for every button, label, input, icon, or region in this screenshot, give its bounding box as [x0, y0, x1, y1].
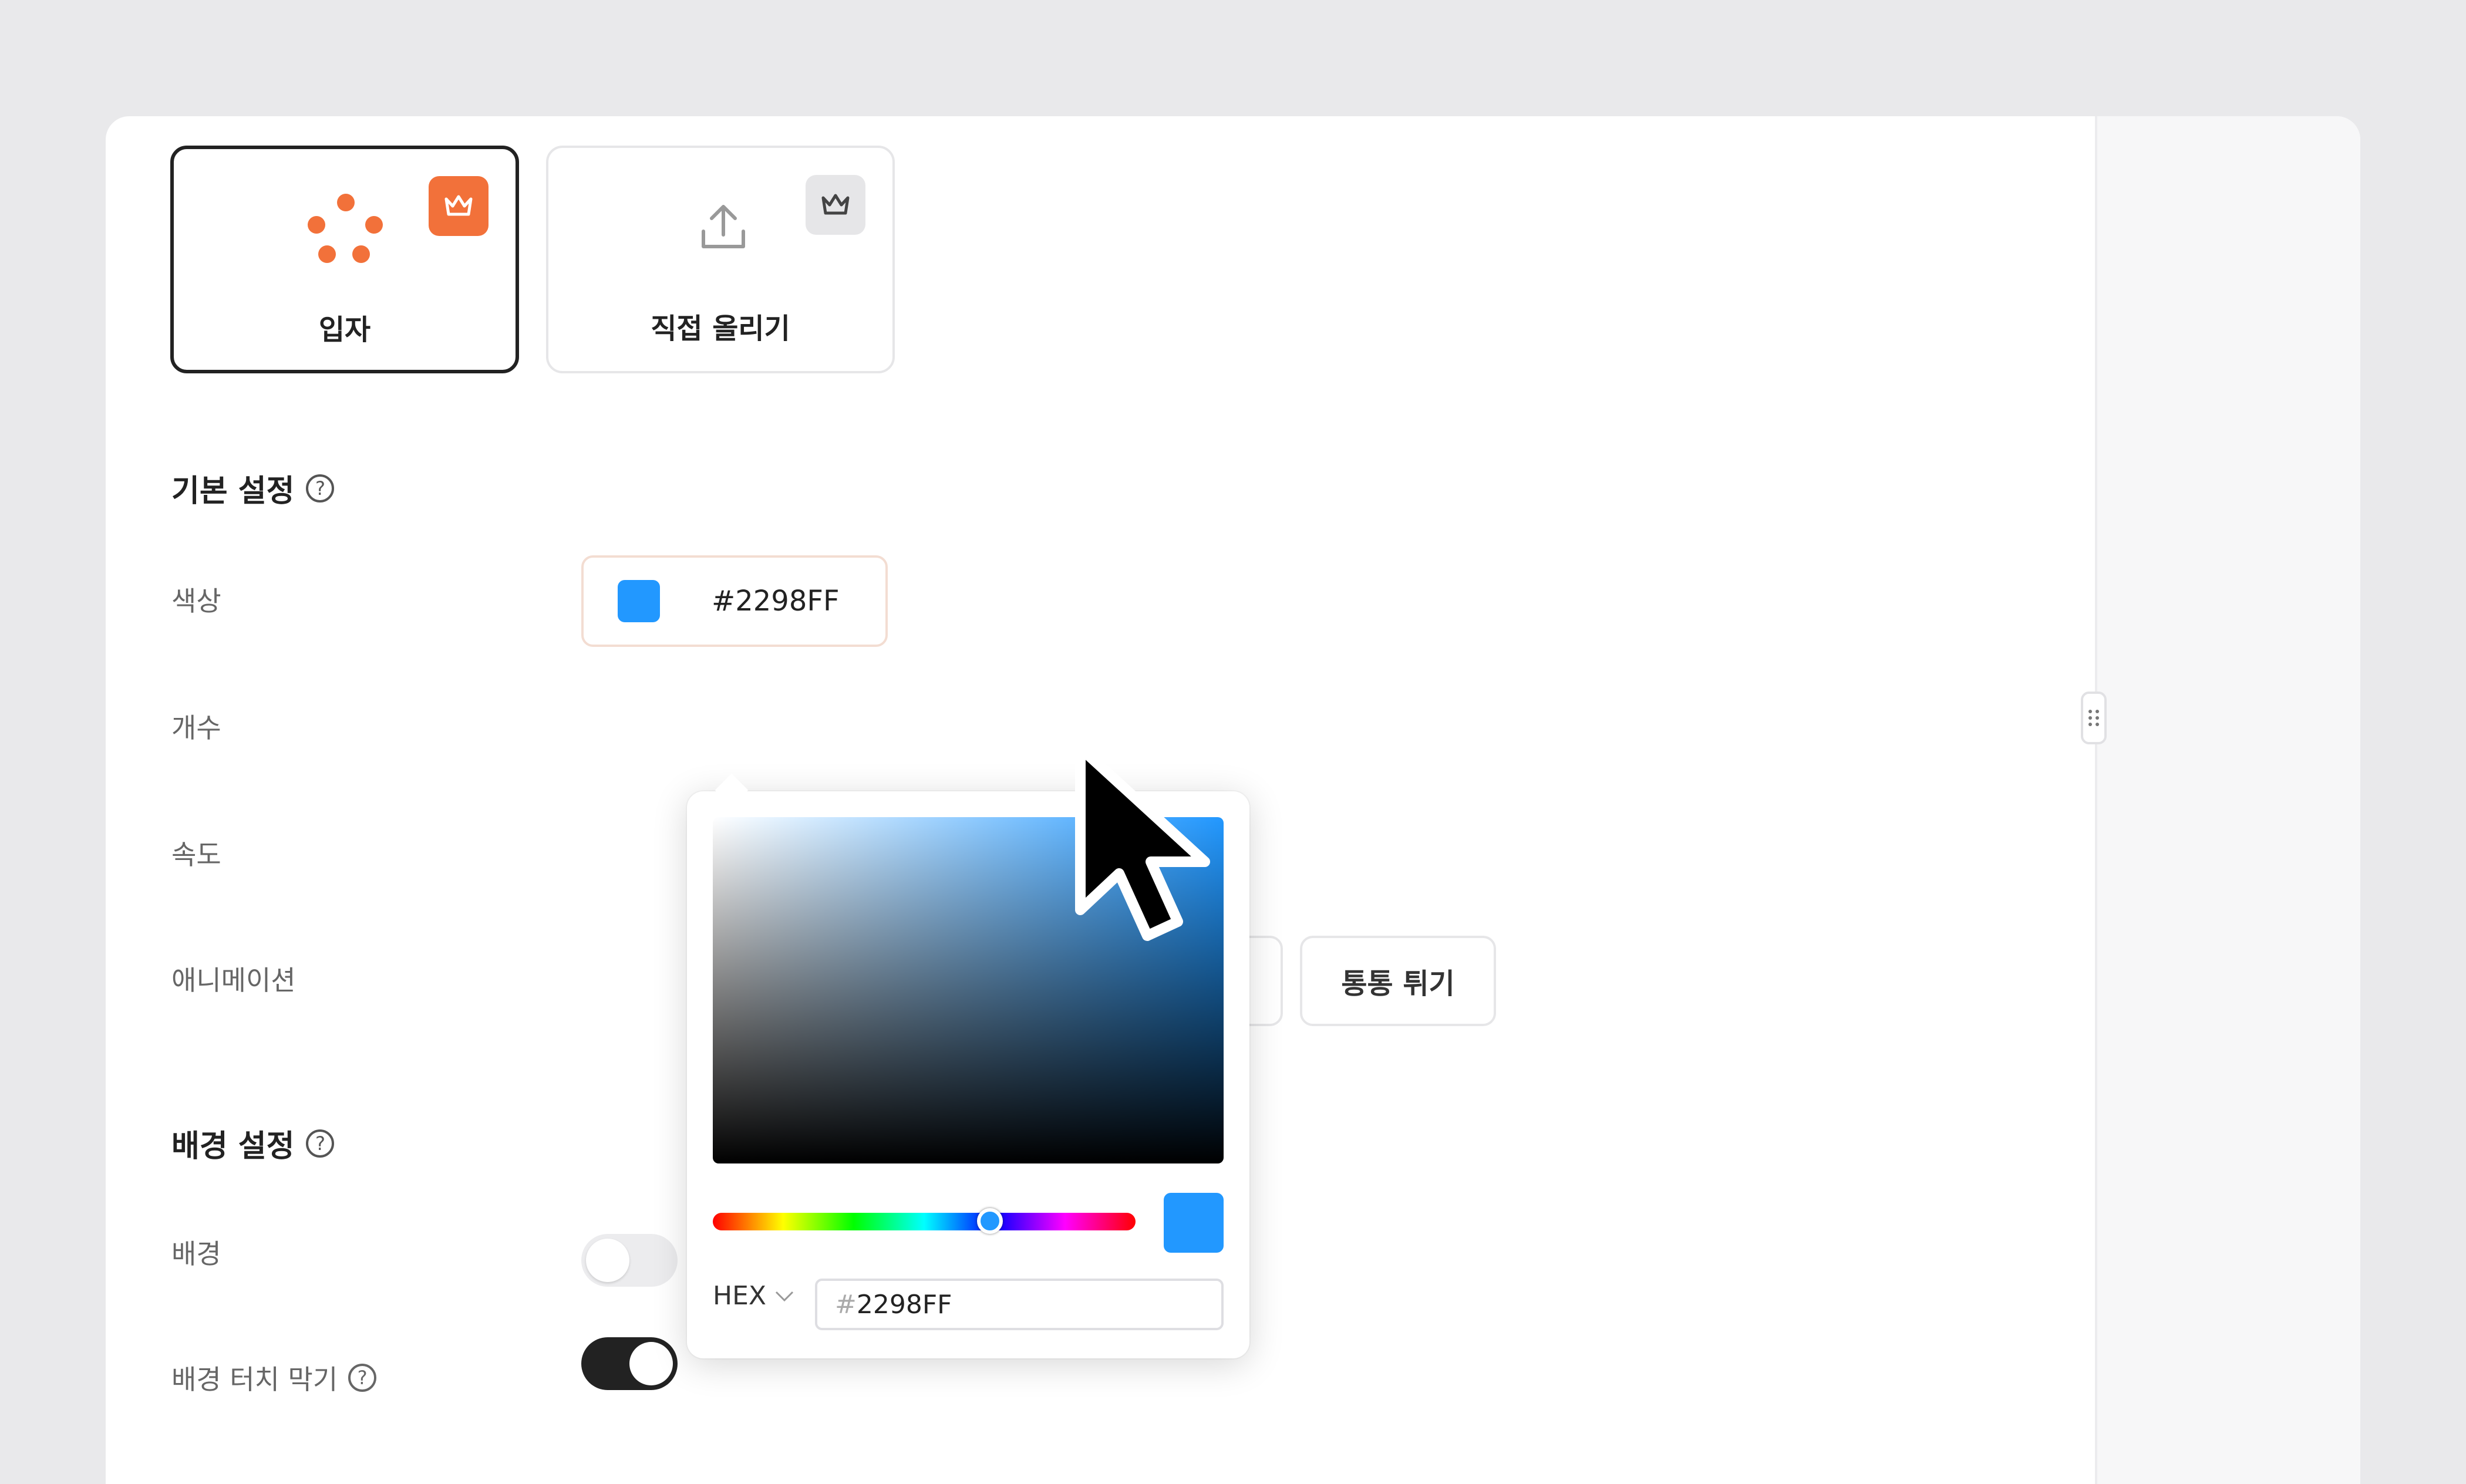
particles-icon: [308, 194, 384, 270]
block-touch-label-text: 배경 터치 막기: [171, 1364, 338, 1395]
grip-icon: [2088, 710, 2099, 726]
count-label: 개수: [171, 712, 221, 744]
effect-card-upload[interactable]: 직접 올리기: [546, 146, 895, 373]
help-icon[interactable]: ?: [306, 1129, 335, 1158]
settings-panel: 입자 직접 올리기 기본 설정 ? 색상 #2298FF 개수 속도 애니메이션…: [106, 116, 2360, 1484]
color-format-label: HEX: [713, 1281, 767, 1311]
crown-icon: [429, 176, 489, 236]
animation-option-bounce[interactable]: 통통 튀기: [1300, 936, 1496, 1026]
animation-label: 애니메이션: [171, 964, 296, 996]
block-touch-label: 배경 터치 막기 ?: [171, 1358, 377, 1397]
basic-settings-title: 기본 설정 ?: [171, 466, 335, 510]
hex-input[interactable]: # 2298FF: [815, 1279, 1224, 1330]
hex-input-value: 2298FF: [856, 1289, 952, 1320]
crown-icon: [806, 175, 865, 235]
background-toggle[interactable]: [581, 1234, 678, 1287]
preview-pane: [2095, 116, 2360, 1484]
block-touch-toggle[interactable]: [581, 1337, 678, 1390]
hue-slider-thumb[interactable]: [977, 1208, 1003, 1234]
hue-slider[interactable]: [713, 1208, 1136, 1234]
background-settings-title: 배경 설정 ?: [171, 1121, 335, 1165]
upload-icon: [702, 205, 745, 248]
color-picker-trigger[interactable]: #2298FF: [581, 555, 888, 647]
toggle-knob: [629, 1342, 673, 1385]
color-format-select[interactable]: HEX: [713, 1281, 794, 1311]
color-label: 색상: [171, 585, 221, 617]
resize-handle[interactable]: [2081, 692, 2107, 744]
help-icon[interactable]: ?: [348, 1364, 377, 1392]
color-hex-value: #2298FF: [712, 585, 840, 618]
color-preview-swatch: [1164, 1193, 1224, 1253]
background-label: 배경: [171, 1238, 221, 1270]
effect-card-particles[interactable]: 입자: [170, 146, 519, 373]
mouse-cursor-icon: [1075, 743, 1210, 941]
speed-label: 속도: [171, 839, 221, 871]
help-icon[interactable]: ?: [306, 474, 335, 502]
basic-settings-title-text: 기본 설정: [171, 474, 295, 509]
hex-prefix: #: [835, 1289, 857, 1320]
background-settings-title-text: 배경 설정: [171, 1129, 295, 1164]
chevron-down-icon: [775, 1291, 794, 1301]
effect-card-label: 입자: [318, 313, 371, 346]
toggle-knob: [586, 1239, 629, 1282]
effect-card-label: 직접 올리기: [651, 312, 790, 345]
color-swatch: [618, 580, 660, 622]
